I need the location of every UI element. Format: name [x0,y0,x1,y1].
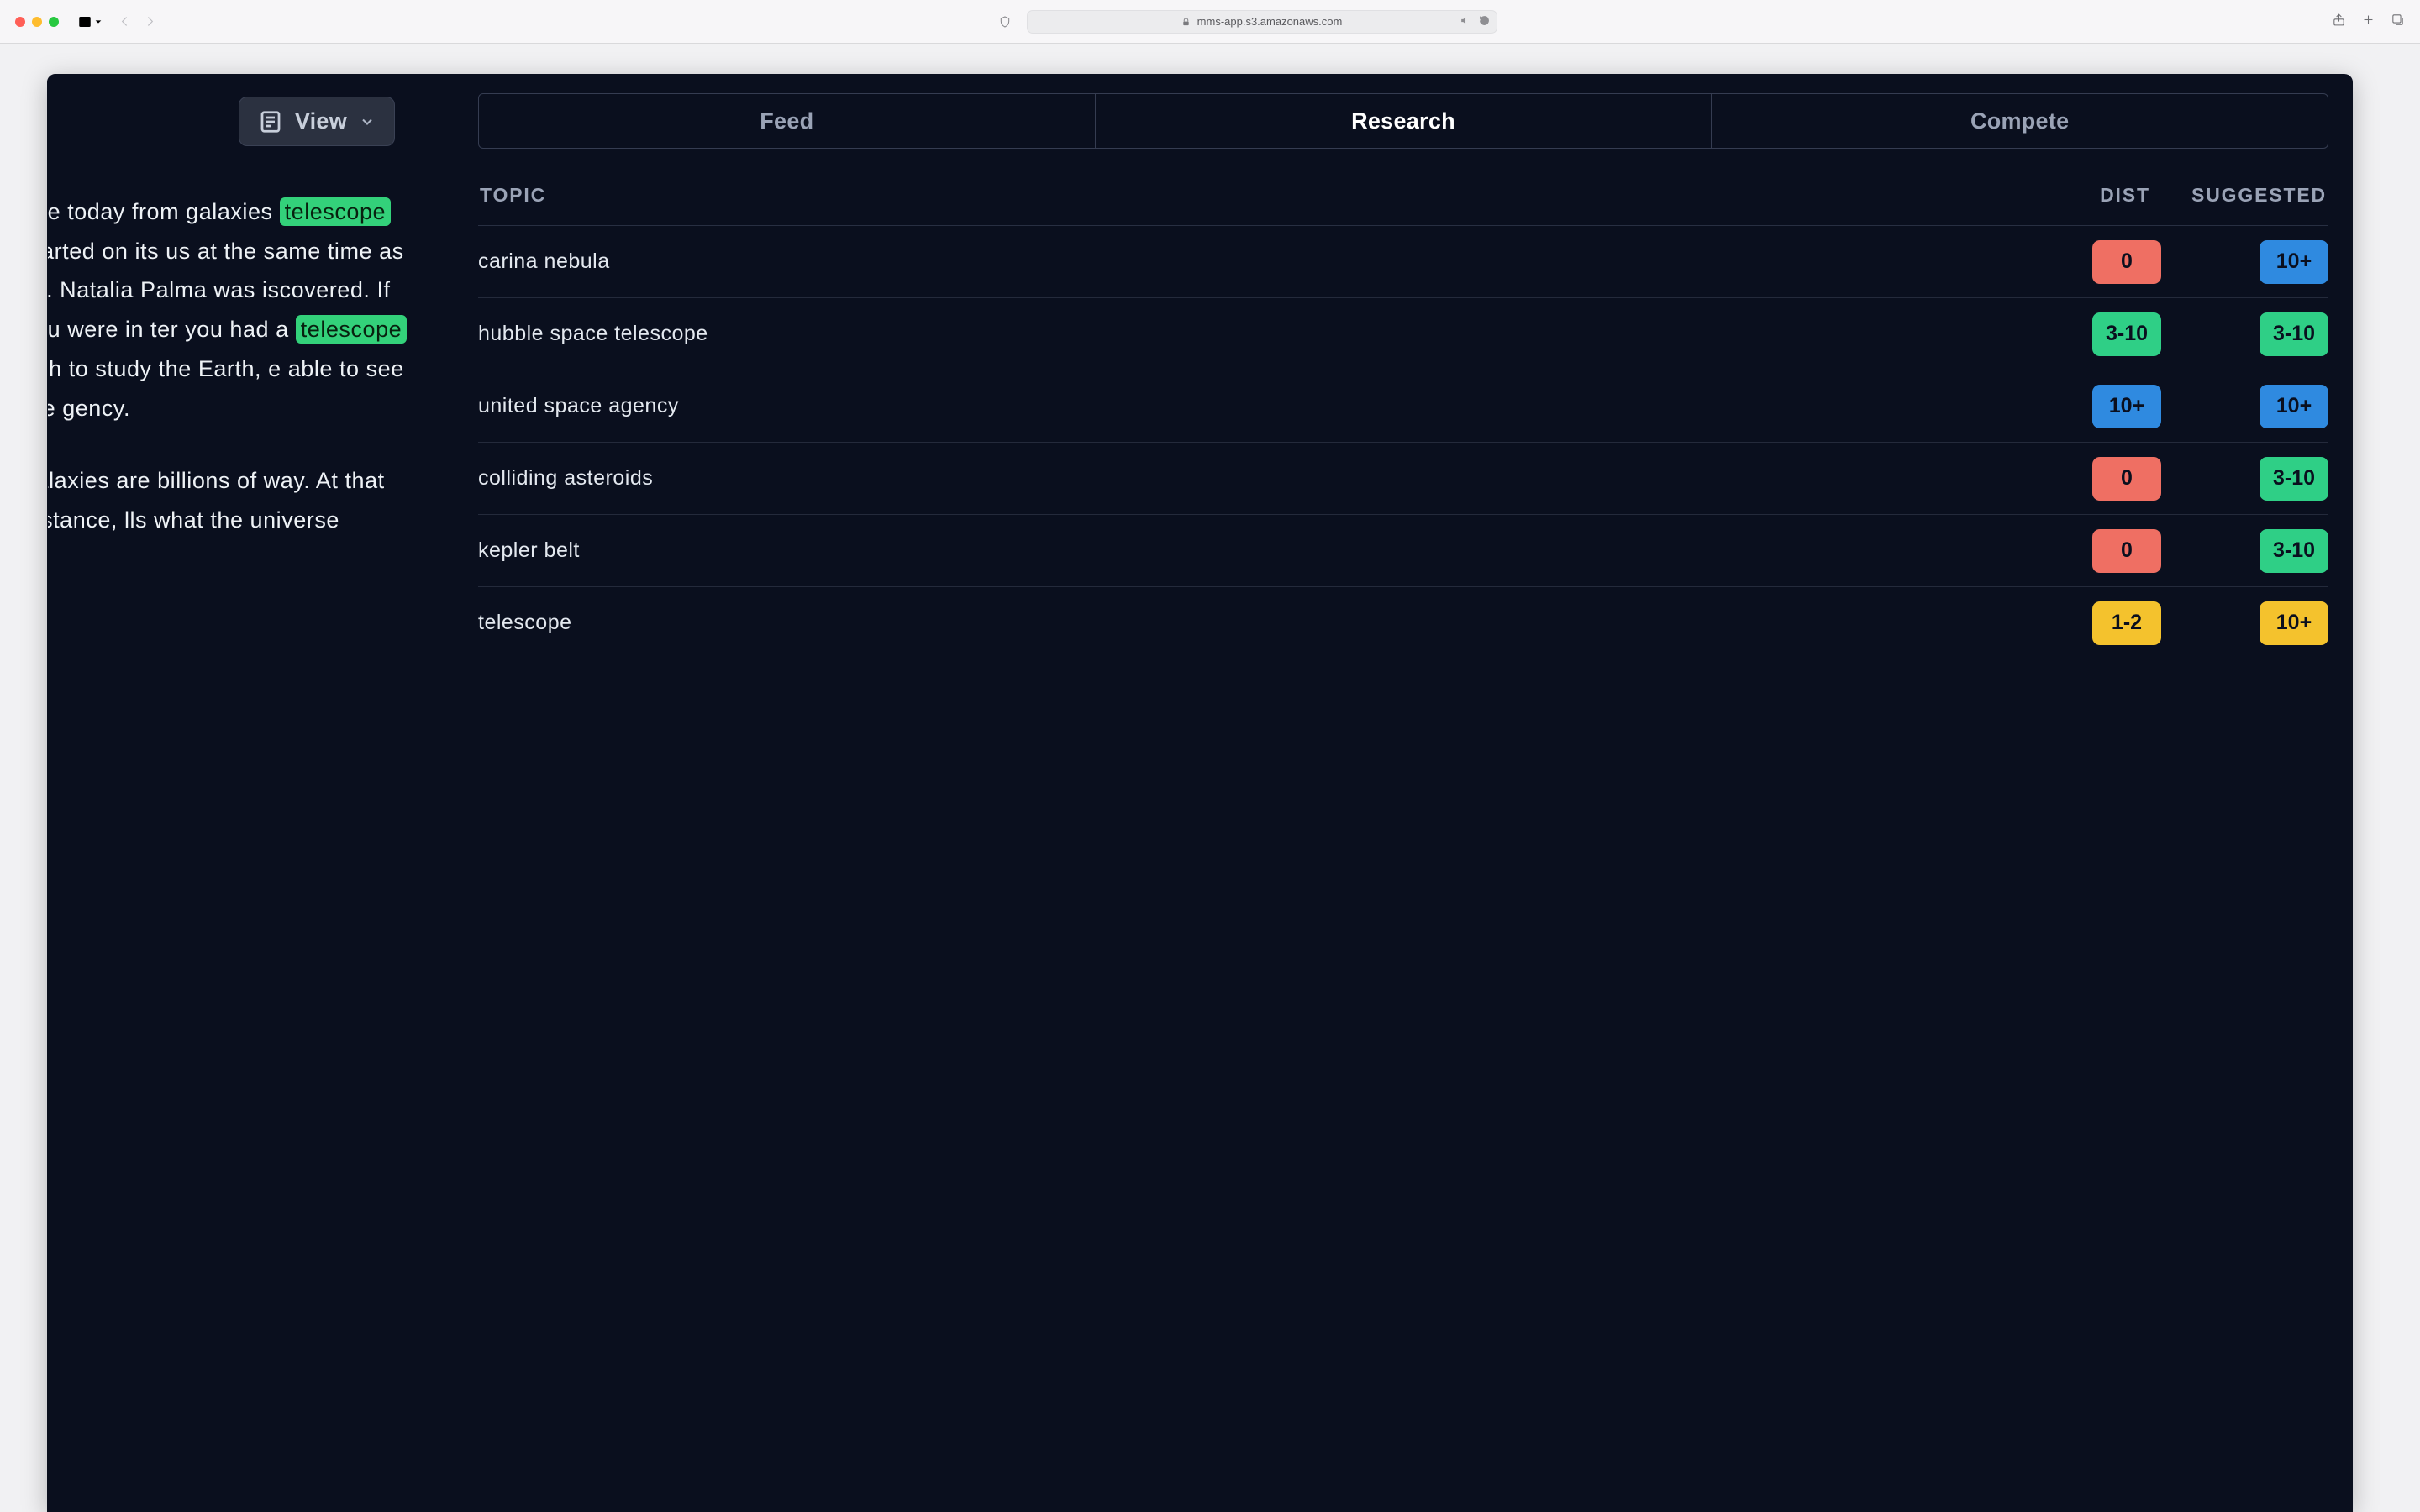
dist-badge: 1-2 [2092,601,2161,645]
tab-feed[interactable]: Feed [479,94,1096,148]
suggested-cell: 3-10 [2186,529,2328,573]
article-text: see today from galaxies telescope starte… [47,192,418,574]
app-page: View see today from galaxies telescope s… [47,74,2353,1512]
left-pane: View see today from galaxies telescope s… [48,75,434,1511]
dist-cell: 1-2 [2068,601,2186,645]
tab-research[interactable]: Research [1096,94,1712,148]
view-button-label: View [295,108,347,134]
topic-cell: hubble space telescope [478,322,2068,346]
dist-badge: 10+ [2092,385,2161,428]
dist-badge: 3-10 [2092,312,2161,356]
topic-cell: united space agency [478,394,2068,418]
forward-button[interactable] [139,13,160,31]
suggested-cell: 10+ [2186,385,2328,428]
topic-cell: telescope [478,611,2068,635]
sidebar-toggle[interactable] [77,14,103,29]
browser-viewport: View see today from galaxies telescope s… [0,44,2420,1512]
topic-cell: colliding asteroids [478,466,2068,491]
chevron-down-icon [359,113,376,130]
highlighted-term: telescope [280,197,391,226]
topic-table-body: carina nebula 0 10+ hubble space telescope 3… [478,226,2328,659]
header-suggested: SUGGESTED [2184,184,2327,207]
suggested-cell: 10+ [2186,601,2328,645]
table-row[interactable]: carina nebula 0 10+ [478,226,2328,298]
suggested-cell: 10+ [2186,240,2328,284]
tab-bar: FeedResearchCompete [478,93,2328,149]
suggested-badge: 3-10 [2260,312,2328,356]
dist-cell: 0 [2068,529,2186,573]
back-button[interactable] [114,13,134,31]
dist-cell: 3-10 [2068,312,2186,356]
minimize-window-button[interactable] [32,17,42,27]
table-header: TOPIC DIST SUGGESTED [478,184,2328,226]
suggested-cell: 3-10 [2186,312,2328,356]
browser-toolbar: mms-app.s3.amazonaws.com [0,0,2420,44]
topic-cell: kepler belt [478,538,2068,563]
suggested-badge: 3-10 [2260,457,2328,501]
suggested-badge: 10+ [2260,601,2328,645]
right-pane: FeedResearchCompete TOPIC DIST SUGGESTED… [434,75,2352,1511]
privacy-shield-icon[interactable] [995,13,1015,31]
dist-cell: 10+ [2068,385,2186,428]
header-dist: DIST [2066,184,2184,207]
suggested-badge: 3-10 [2260,529,2328,573]
dist-cell: 0 [2068,240,2186,284]
table-row[interactable]: hubble space telescope 3-10 3-10 [478,298,2328,370]
share-button[interactable] [2332,13,2346,31]
view-mode-button[interactable]: View [239,97,395,146]
suggested-badge: 10+ [2260,240,2328,284]
document-icon [258,109,283,134]
close-window-button[interactable] [15,17,25,27]
url-text: mms-app.s3.amazonaws.com [1197,15,1343,28]
header-topic: TOPIC [480,184,2066,207]
table-row[interactable]: kepler belt 0 3-10 [478,515,2328,587]
dist-badge: 0 [2092,457,2161,501]
window-controls [15,17,59,27]
article-paragraph-2: galaxies are billions of way. At that di… [47,461,418,539]
suggested-badge: 10+ [2260,385,2328,428]
dist-badge: 0 [2092,240,2161,284]
reload-button[interactable] [1479,15,1490,29]
new-tab-button[interactable] [2361,13,2375,31]
lock-icon [1181,17,1191,26]
toolbar-right [2332,13,2405,31]
highlighted-term: telescope [296,315,407,344]
table-row[interactable]: telescope 1-2 10+ [478,587,2328,659]
dist-badge: 0 [2092,529,2161,573]
article-paragraph-1: see today from galaxies telescope starte… [47,192,418,428]
dist-cell: 0 [2068,457,2186,501]
table-row[interactable]: colliding asteroids 0 3-10 [478,443,2328,515]
reader-muted-icon[interactable] [1460,15,1470,29]
topic-cell: carina nebula [478,249,2068,274]
zoom-window-button[interactable] [49,17,59,27]
browser-window: mms-app.s3.amazonaws.com [0,0,2420,1512]
tab-compete[interactable]: Compete [1712,94,2328,148]
nav-buttons [114,13,160,31]
suggested-cell: 3-10 [2186,457,2328,501]
tab-overview-button[interactable] [2391,13,2405,31]
address-bar[interactable]: mms-app.s3.amazonaws.com [1027,10,1497,34]
table-row[interactable]: united space agency 10+ 10+ [478,370,2328,443]
